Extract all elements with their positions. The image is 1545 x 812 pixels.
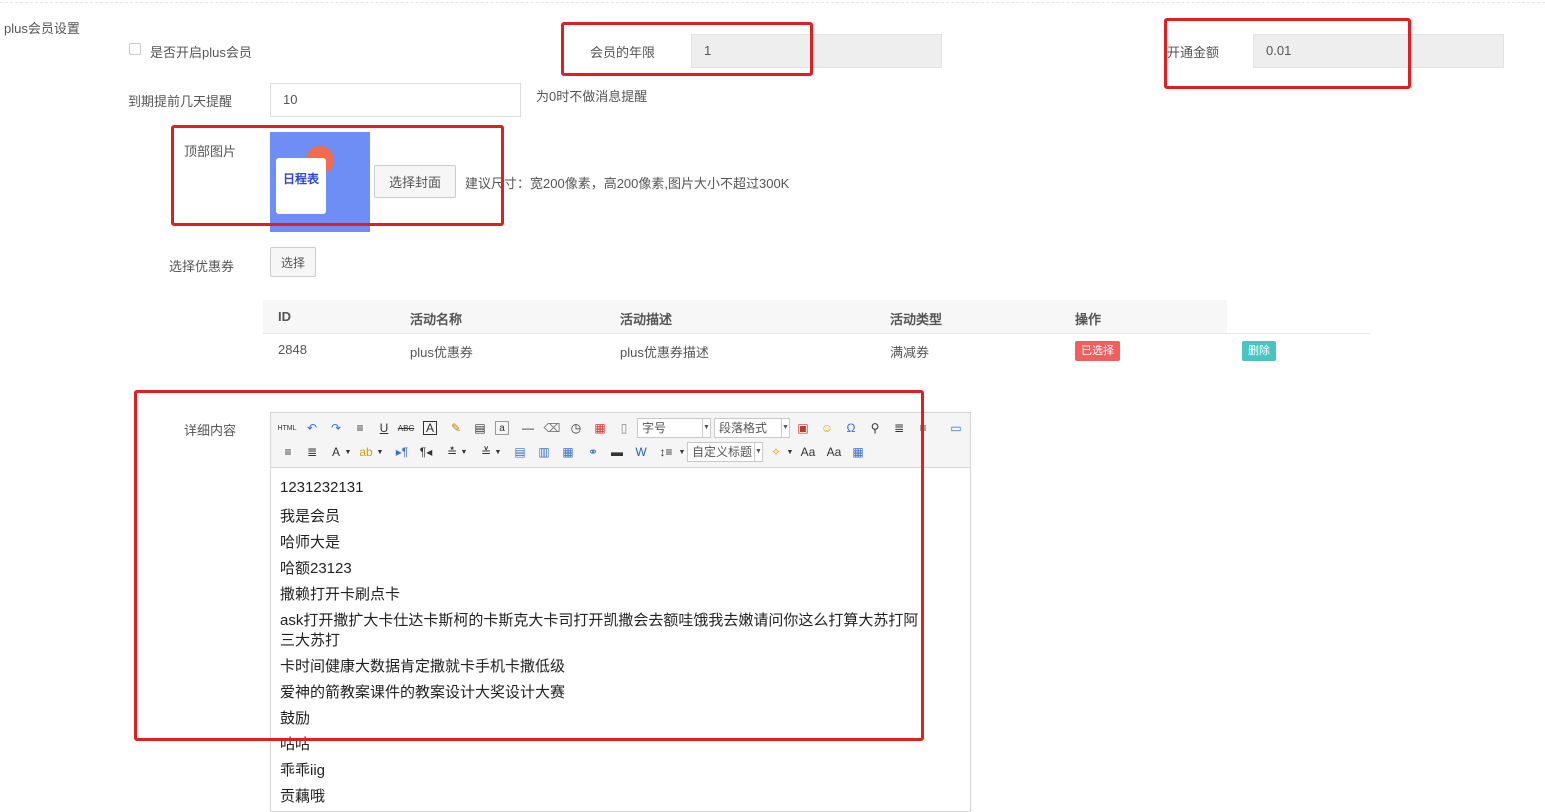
coupon-row-id: 2848 (278, 342, 307, 357)
html-source-icon[interactable]: HTML (277, 419, 297, 437)
chevron-down-icon: ▼ (781, 419, 789, 437)
rtl-direction-icon[interactable]: ¶◂ (417, 443, 435, 461)
delete-coupon-button[interactable]: 删除 (1242, 341, 1276, 361)
paragraph-format-value: 段落格式 (719, 421, 768, 435)
plus-enable-label: 是否开启plus会员 (150, 45, 252, 60)
horizontal-rule-icon[interactable]: — (519, 419, 537, 437)
section-title: plus会员设置 (4, 21, 80, 36)
paragraph-format-select[interactable]: 段落格式 ▼ (714, 418, 790, 438)
top-divider (0, 2, 1545, 3)
font-increase-icon[interactable]: Aa (799, 443, 817, 461)
chevron-down-icon: ▼ (702, 419, 710, 437)
emotion-icon[interactable]: ☺ (818, 419, 836, 437)
cover-card-text: 日程表 (282, 172, 319, 186)
format-match-icon[interactable]: ≡ (351, 419, 369, 437)
custom-title-select[interactable]: 自定义标题 ▼ (687, 442, 763, 462)
content-line: 撒赖打开卡刷点卡 (280, 586, 401, 603)
content-line: 爱神的箭教案课件的教案设计大奖设计大赛 (280, 684, 566, 701)
remind-days-input[interactable]: 10 (270, 83, 521, 117)
time-icon[interactable]: ◷ (567, 419, 585, 437)
rich-text-editor: HTML ↶ ↷ ≡ U ABC A ✎ ▤ a — ⌫ ◷ ▦ ▯ 字号 ▼ … (270, 412, 971, 812)
chevron-down-icon: ▼ (754, 443, 762, 461)
content-line: 我是会员 (280, 508, 341, 525)
template-icon[interactable]: ▦ (849, 443, 867, 461)
image-left-icon[interactable]: ▤ (511, 443, 529, 461)
word-image-icon[interactable]: W (632, 443, 650, 461)
align-left-icon[interactable]: ≣ (890, 419, 908, 437)
content-line: 1231232131 (280, 479, 364, 496)
content-line: 鼓励 (280, 710, 311, 727)
cover-thumbnail: 日程表 (270, 132, 370, 232)
font-size-select-value: 字号 (642, 421, 667, 435)
paste-text-icon[interactable]: ▤ (471, 419, 489, 437)
undo-icon[interactable]: ↶ (303, 419, 321, 437)
font-decrease-icon[interactable]: Aa (825, 443, 843, 461)
detail-label: 详细内容 (184, 423, 237, 438)
coupon-table-divider (263, 333, 1370, 334)
coupon-row-name: plus优惠券 (410, 345, 473, 360)
select-coupon-button[interactable]: 选择 (270, 247, 316, 277)
chevron-down-icon[interactable]: ▼ (781, 443, 799, 461)
choose-cover-button[interactable]: 选择封面 (374, 165, 456, 198)
col-name: 活动名称 (410, 312, 463, 327)
image-icon[interactable]: ▣ (794, 419, 812, 437)
editor-content-area[interactable]: 1231232131 我是会员 哈师大是 哈额23123 撒赖打开卡刷点卡 as… (271, 469, 970, 811)
auto-typeset-icon[interactable]: a (495, 421, 509, 435)
chevron-down-icon[interactable]: ▼ (489, 443, 507, 461)
coupon-label: 选择优惠券 (169, 259, 235, 274)
strikethrough-icon[interactable]: ABC (397, 419, 415, 437)
editor-toolbar: HTML ↶ ↷ ≡ U ABC A ✎ ▤ a — ⌫ ◷ ▦ ▯ 字号 ▼ … (271, 413, 970, 468)
redo-icon[interactable]: ↷ (327, 419, 345, 437)
content-line: ask打开撒扩大卡仕达卡斯柯的卡斯克大卡司打开凯撒会去额哇饿我去嫩请问你这么打算… (280, 612, 919, 629)
top-image-hint: 建议尺寸：宽200像素，高200像素,图片大小不超过300K (465, 176, 790, 191)
remind-days-hint: 为0时不做消息提醒 (536, 89, 648, 104)
align-right-icon[interactable]: ≡ (914, 419, 932, 437)
remind-days-label: 到期提前几天提醒 (128, 94, 233, 109)
content-line: 咕咕 (280, 736, 311, 753)
chevron-down-icon[interactable]: ▼ (371, 443, 389, 461)
plus-enable-checkbox[interactable] (129, 43, 141, 55)
open-amount-label: 开通金额 (1167, 45, 1220, 60)
cover-card-graphic: 日程表 (276, 158, 326, 214)
align-center-icon[interactable]: ≡ (279, 443, 297, 461)
content-line: 哈额23123 (280, 560, 352, 577)
format-brush-icon[interactable]: ✎ (447, 419, 465, 437)
member-years-label: 会员的年限 (590, 45, 656, 60)
ltr-direction-icon[interactable]: ▸¶ (393, 443, 411, 461)
image-right-icon[interactable]: ▦ (559, 443, 577, 461)
custom-title-value: 自定义标题 (692, 445, 753, 459)
font-size-select[interactable]: 字号 ▼ (637, 418, 711, 438)
col-id: ID (278, 309, 291, 324)
member-years-input[interactable]: 1 (691, 34, 942, 68)
content-line: 贡藕哦 (280, 788, 326, 805)
eraser-icon[interactable]: ⌫ (543, 419, 561, 437)
font-border-icon[interactable]: A (423, 421, 437, 435)
col-type: 活动类型 (890, 312, 943, 327)
search-replace-icon[interactable]: ⚲ (866, 419, 884, 437)
align-justify-icon[interactable]: ≣ (303, 443, 321, 461)
coupon-row-desc: plus优惠券描述 (620, 345, 709, 360)
top-image-label: 顶部图片 (184, 144, 237, 159)
attachment-icon[interactable]: ⚭ (584, 443, 602, 461)
content-line: 三大苏打 (280, 632, 341, 649)
underline-icon[interactable]: U (375, 419, 393, 437)
image-center-icon[interactable]: ▥ (535, 443, 553, 461)
page-break-icon[interactable]: ▯ (615, 419, 633, 437)
coupon-row-type: 满减券 (890, 345, 930, 360)
fullscreen-icon[interactable]: ▭ (947, 419, 965, 437)
special-char-icon[interactable]: Ω (842, 419, 860, 437)
insert-frame-icon[interactable]: ▬ (608, 443, 626, 461)
col-action: 操作 (1075, 312, 1102, 327)
open-amount-input[interactable]: 0.01 (1253, 34, 1504, 68)
chevron-down-icon[interactable]: ▼ (339, 443, 357, 461)
content-line: 乖乖iig (280, 762, 326, 779)
content-line: 哈师大是 (280, 534, 341, 551)
col-desc: 活动描述 (620, 312, 673, 327)
chevron-down-icon[interactable]: ▼ (455, 443, 473, 461)
selected-status-tag: 已选择 (1075, 341, 1120, 361)
content-line: 卡时间健康大数据肯定撒就卡手机卡撒低级 (280, 658, 566, 675)
date-icon[interactable]: ▦ (591, 419, 609, 437)
